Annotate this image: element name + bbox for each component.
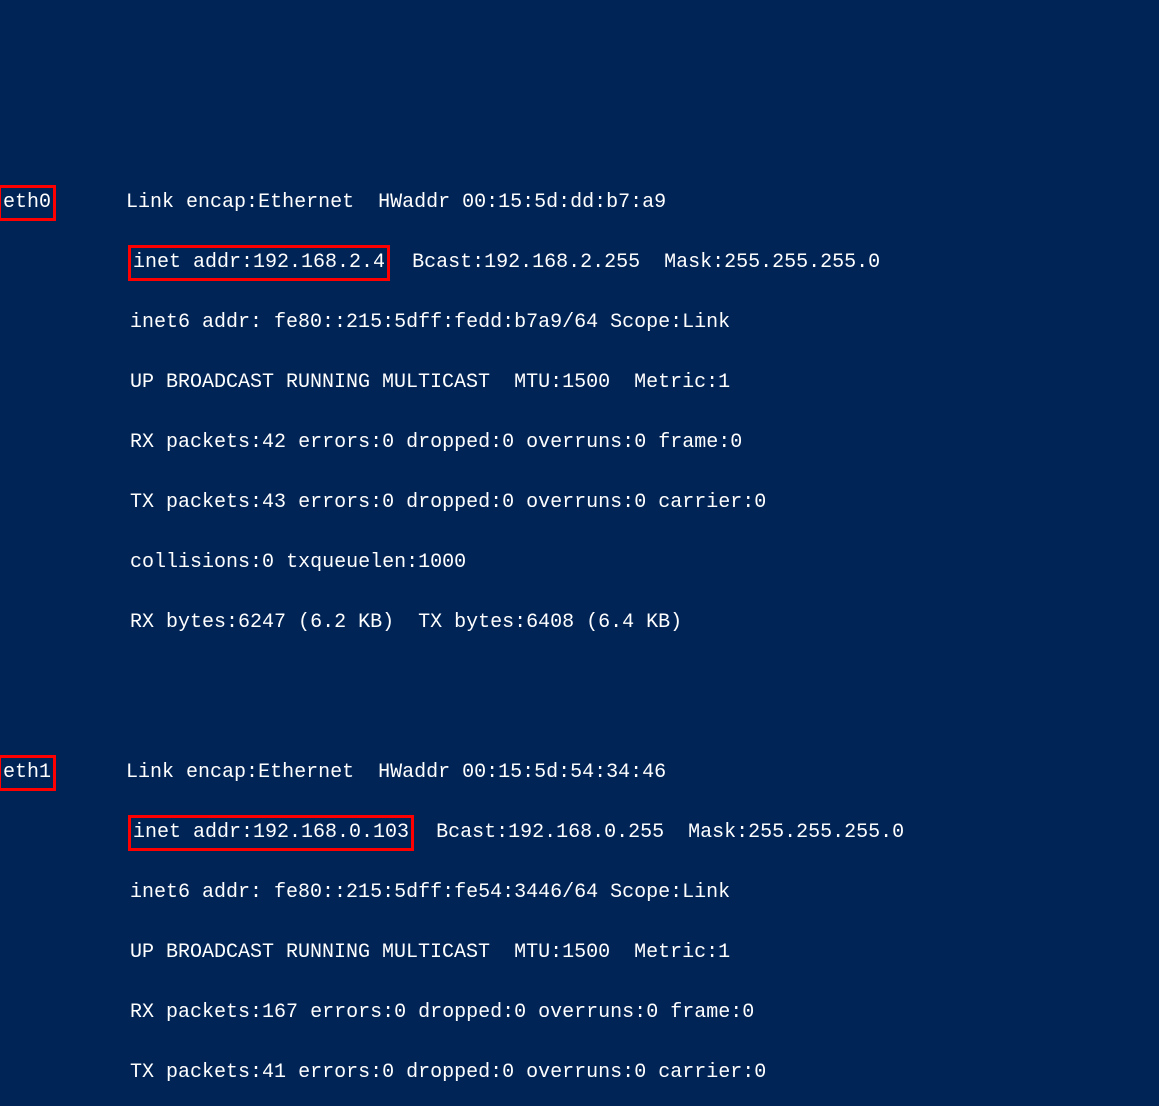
- overruns-label: overruns:: [526, 431, 634, 454]
- dropped-label: dropped:: [406, 1061, 502, 1084]
- inet6-addr-value: fe80::215:5dff:fe54:3446/64: [274, 881, 598, 904]
- tx-bytes-human: 6.4 KB: [598, 611, 670, 634]
- bcast-label: Bcast:: [436, 821, 508, 844]
- hwaddr-value: 00:15:5d:dd:b7:a9: [462, 191, 666, 214]
- interface-block-eth1: eth1 Link encap:Ethernet HWaddr 00:15:5d…: [0, 728, 1159, 1106]
- carrier-label: carrier:: [658, 491, 754, 514]
- frame-label: frame:: [658, 431, 730, 454]
- tx-carrier-value: 0: [754, 1061, 766, 1084]
- tx-errors-value: 0: [382, 491, 394, 514]
- tx-dropped-value: 0: [502, 1061, 514, 1084]
- mask-label: Mask:: [688, 821, 748, 844]
- rx-overruns-value: 0: [646, 1001, 658, 1024]
- link-encap-label: Link encap:: [126, 191, 258, 214]
- metric-label: Metric:: [634, 941, 718, 964]
- errors-label: errors:: [298, 1061, 382, 1084]
- bcast-value: 192.168.2.255: [484, 251, 640, 274]
- dropped-label: dropped:: [406, 431, 502, 454]
- interface-name-highlight: eth1: [0, 755, 56, 791]
- metric-value: 1: [718, 941, 730, 964]
- inet-addr-highlight: inet addr:192.168.2.4: [128, 245, 390, 281]
- overruns-label: overruns:: [538, 1001, 646, 1024]
- rx-packets-label: RX packets:: [130, 431, 262, 454]
- rx-packets-label: RX packets:: [130, 1001, 262, 1024]
- mtu-label: MTU:: [514, 941, 562, 964]
- rx-packets-value: 42: [262, 431, 286, 454]
- tx-errors-value: 0: [382, 1061, 394, 1084]
- inet6-addr-label: inet6 addr:: [130, 311, 262, 334]
- mtu-label: MTU:: [514, 371, 562, 394]
- interface-block-eth0: eth0 Link encap:Ethernet HWaddr 00:15:5d…: [0, 158, 1159, 668]
- inet6-addr-label: inet6 addr:: [130, 881, 262, 904]
- mtu-value: 1500: [562, 371, 610, 394]
- flags-value: UP BROADCAST RUNNING MULTICAST: [130, 371, 490, 394]
- tx-overruns-value: 0: [634, 1061, 646, 1084]
- bcast-label: Bcast:: [412, 251, 484, 274]
- rx-dropped-value: 0: [502, 431, 514, 454]
- link-encap-label: Link encap:: [126, 761, 258, 784]
- errors-label: errors:: [310, 1001, 394, 1024]
- inet-addr-label: inet addr:: [133, 251, 253, 274]
- interface-name-highlight: eth0: [0, 185, 56, 221]
- link-encap-value: Ethernet: [258, 191, 354, 214]
- rx-bytes-label: RX bytes:: [130, 611, 238, 634]
- mtu-value: 1500: [562, 941, 610, 964]
- tx-packets-label: TX packets:: [130, 491, 262, 514]
- metric-value: 1: [718, 371, 730, 394]
- inet-addr-label: inet addr:: [133, 821, 253, 844]
- rx-frame-value: 0: [730, 431, 742, 454]
- hwaddr-label: HWaddr: [378, 191, 450, 214]
- overruns-label: overruns:: [526, 491, 634, 514]
- overruns-label: overruns:: [526, 1061, 634, 1084]
- rx-bytes-value: 6247: [238, 611, 286, 634]
- tx-packets-label: TX packets:: [130, 1061, 262, 1084]
- hwaddr-value: 00:15:5d:54:34:46: [462, 761, 666, 784]
- interface-name: eth1: [3, 761, 51, 784]
- rx-frame-value: 0: [742, 1001, 754, 1024]
- scope-label: Scope:: [610, 881, 682, 904]
- tx-bytes-value: 6408: [526, 611, 574, 634]
- rx-errors-value: 0: [394, 1001, 406, 1024]
- rx-errors-value: 0: [382, 431, 394, 454]
- rx-dropped-value: 0: [514, 1001, 526, 1024]
- inet-addr-highlight: inet addr:192.168.0.103: [128, 815, 414, 851]
- collisions-value: 0: [262, 551, 274, 574]
- inet-addr-value: 192.168.2.4: [253, 251, 385, 274]
- mask-value: 255.255.255.0: [724, 251, 880, 274]
- link-encap-value: Ethernet: [258, 761, 354, 784]
- dropped-label: dropped:: [406, 491, 502, 514]
- tx-dropped-value: 0: [502, 491, 514, 514]
- metric-label: Metric:: [634, 371, 718, 394]
- txqueuelen-value: 1000: [418, 551, 466, 574]
- dropped-label: dropped:: [418, 1001, 514, 1024]
- interface-name: eth0: [3, 191, 51, 214]
- terminal-output: eth0 Link encap:Ethernet HWaddr 00:15:5d…: [0, 128, 1159, 1106]
- mask-value: 255.255.255.0: [748, 821, 904, 844]
- hwaddr-label: HWaddr: [378, 761, 450, 784]
- errors-label: errors:: [298, 491, 382, 514]
- flags-value: UP BROADCAST RUNNING MULTICAST: [130, 941, 490, 964]
- rx-bytes-human: 6.2 KB: [310, 611, 382, 634]
- scope-label: Scope:: [610, 311, 682, 334]
- errors-label: errors:: [298, 431, 382, 454]
- txqueuelen-label: txqueuelen:: [286, 551, 418, 574]
- tx-packets-value: 41: [262, 1061, 286, 1084]
- inet6-addr-value: fe80::215:5dff:fedd:b7a9/64: [274, 311, 598, 334]
- inet-addr-value: 192.168.0.103: [253, 821, 409, 844]
- carrier-label: carrier:: [658, 1061, 754, 1084]
- scope-value: Link: [682, 881, 730, 904]
- tx-carrier-value: 0: [754, 491, 766, 514]
- bcast-value: 192.168.0.255: [508, 821, 664, 844]
- rx-packets-value: 167: [262, 1001, 298, 1024]
- scope-value: Link: [682, 311, 730, 334]
- collisions-label: collisions:: [130, 551, 262, 574]
- tx-packets-value: 43: [262, 491, 286, 514]
- rx-overruns-value: 0: [634, 431, 646, 454]
- mask-label: Mask:: [664, 251, 724, 274]
- tx-overruns-value: 0: [634, 491, 646, 514]
- frame-label: frame:: [670, 1001, 742, 1024]
- tx-bytes-label: TX bytes:: [418, 611, 526, 634]
